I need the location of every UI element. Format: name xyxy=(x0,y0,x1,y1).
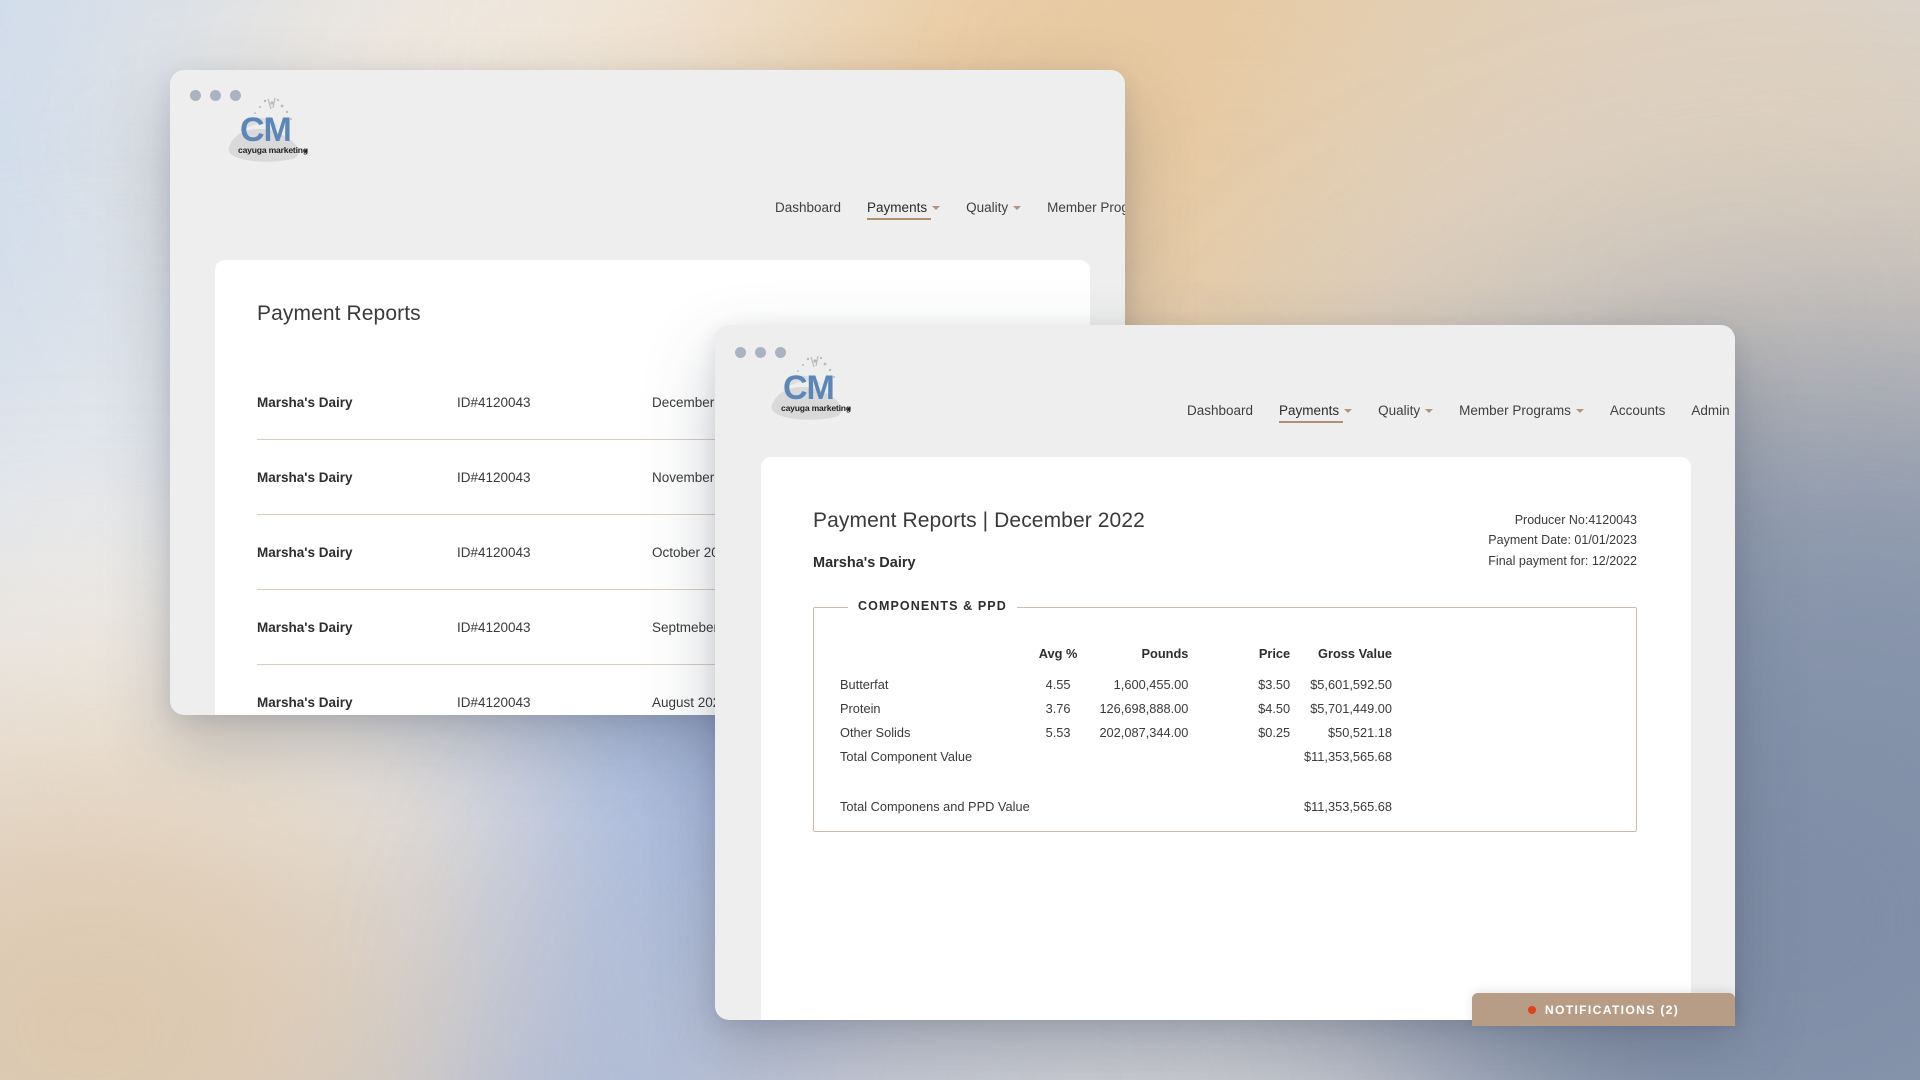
nav-item-accounts[interactable]: Accounts xyxy=(1610,403,1666,422)
cell-grand-total-label: Total Componens and PPD Value xyxy=(840,798,1030,814)
main-navigation[interactable]: Dashboard Payments Quality Member Progra… xyxy=(775,200,1125,220)
nav-item-quality[interactable]: Quality xyxy=(1378,403,1434,422)
final-payment-for: Final payment for: 12/2022 xyxy=(1488,553,1637,568)
cell-avg: 4.55 xyxy=(1045,676,1071,692)
col-header-component xyxy=(840,646,1017,672)
producer-name: Marsha's Dairy xyxy=(257,469,353,485)
cell-gross: $5,601,592.50 xyxy=(1310,676,1393,692)
producer-name: Marsha's Dairy xyxy=(257,544,353,560)
table-spacer-row xyxy=(840,768,1392,794)
nav-label: Dashboard xyxy=(1187,403,1254,418)
table-row: Butterfat 4.55 1,600,455.00 $3.50 $5,601… xyxy=(840,672,1392,696)
table-row-grand-total: Total Componens and PPD Value $11,353,56… xyxy=(840,794,1392,818)
producer-no: Producer No:4120043 xyxy=(1514,513,1637,527)
cell-gross: $11,353,565.68 xyxy=(1304,748,1393,764)
cell-component: Butterfat xyxy=(840,676,889,692)
producer-id: ID#4120043 xyxy=(457,469,531,485)
cell-avg: 3.76 xyxy=(1045,700,1071,716)
nav-label: Payments xyxy=(867,200,928,215)
cell-component: Total Component Value xyxy=(840,748,973,764)
chevron-down-icon xyxy=(1013,205,1022,210)
svg-text:CM: CM xyxy=(240,111,291,149)
close-icon[interactable] xyxy=(735,347,746,358)
svg-text:cayuga marketing: cayuga marketing xyxy=(781,403,851,413)
report-title: Payment Reports | December 2022 xyxy=(813,509,1145,532)
components-table: Avg % Pounds Price Gross Value Butterfat… xyxy=(840,646,1392,818)
cell-price: $3.50 xyxy=(1258,676,1291,692)
table-row-total-component: Total Component Value $11,353,565.68 xyxy=(840,744,1392,768)
nav-item-admin[interactable]: Admin xyxy=(1691,403,1729,422)
nav-label: Member Programs xyxy=(1459,403,1571,418)
nav-item-payments[interactable]: Payments xyxy=(867,200,941,220)
notifications-label: NOTIFICATIONS (2) xyxy=(1544,1002,1680,1017)
main-navigation[interactable]: Dashboard Payments Quality Member Progra… xyxy=(1187,403,1730,423)
report-heading-block: Payment Reports | December 2022 Marsha's… xyxy=(813,509,1145,571)
nav-item-dashboard[interactable]: Dashboard xyxy=(1187,403,1253,422)
col-header-avg-percent: Avg % xyxy=(1038,646,1078,661)
producer-name: Marsha's Dairy xyxy=(257,619,353,635)
nav-label: Member Programs xyxy=(1047,200,1125,215)
close-icon[interactable] xyxy=(190,90,201,101)
col-header-gross-value: Gross Value xyxy=(1318,646,1393,661)
nav-item-quality[interactable]: Quality xyxy=(966,200,1022,219)
cell-pounds: 1,600,455.00 xyxy=(1113,676,1189,692)
producer-name: Marsha's Dairy xyxy=(257,394,353,410)
cayuga-marketing-logo[interactable]: CM cayuga marketing xyxy=(761,353,856,425)
cell-component: Protein xyxy=(840,700,881,716)
cell-grand-total-value: $11,353,565.68 xyxy=(1304,798,1393,814)
producer-id: ID#4120043 xyxy=(457,394,531,410)
cayuga-marketing-logo[interactable]: CM cayuga marketing xyxy=(218,95,313,167)
cell-component: Other Solids xyxy=(840,724,911,740)
cell-price: $0.25 xyxy=(1258,724,1291,740)
chevron-down-icon xyxy=(1344,408,1353,413)
col-header-pounds: Pounds xyxy=(1141,646,1189,661)
chevron-down-icon xyxy=(1425,408,1434,413)
cell-gross: $5,701,449.00 xyxy=(1310,700,1393,716)
page-title: Payment Reports xyxy=(257,302,421,325)
payment-report-detail-window[interactable]: CM cayuga marketing Dashboard Payments Q… xyxy=(715,325,1735,1020)
payment-date: Payment Date: 01/01/2023 xyxy=(1488,533,1637,548)
nav-label: Quality xyxy=(1378,403,1421,418)
col-header-price: Price xyxy=(1258,646,1291,661)
chevron-down-icon xyxy=(1575,408,1584,413)
cell-avg xyxy=(1017,744,1100,768)
components-ppd-section: COMPONENTS & PPD Avg % Pounds Price Gros… xyxy=(813,599,1637,832)
nav-item-dashboard[interactable]: Dashboard xyxy=(775,200,841,219)
table-row: Protein 3.76 126,698,888.00 $4.50 $5,701… xyxy=(840,696,1392,720)
nav-label: Quality xyxy=(966,200,1009,215)
nav-label: Dashboard xyxy=(775,200,842,215)
nav-item-member-programs[interactable]: Member Programs xyxy=(1047,200,1125,219)
notifications-bar[interactable]: NOTIFICATIONS (2) xyxy=(1472,993,1735,1026)
payment-report-detail-card: Payment Reports | December 2022 Marsha's… xyxy=(761,457,1691,1020)
nav-label: Admin xyxy=(1691,403,1730,418)
cell-price: $4.50 xyxy=(1258,700,1291,716)
nav-label: Payments xyxy=(1279,403,1340,418)
svg-text:CM: CM xyxy=(783,369,834,407)
nav-item-payments[interactable]: Payments xyxy=(1279,403,1353,423)
cell-pounds: 202,087,344.00 xyxy=(1099,724,1189,740)
chevron-down-icon xyxy=(932,205,941,210)
report-meta-block: Producer No:4120043 Payment Date: 01/01/… xyxy=(1488,510,1637,571)
producer-name: Marsha's Dairy xyxy=(813,555,916,571)
table-row: Other Solids 5.53 202,087,344.00 $0.25 $… xyxy=(840,720,1392,744)
nav-item-member-programs[interactable]: Member Programs xyxy=(1459,403,1584,422)
cell-pounds: 126,698,888.00 xyxy=(1099,700,1189,716)
table-header-row: Avg % Pounds Price Gross Value xyxy=(840,646,1392,672)
notification-indicator-icon xyxy=(1527,1005,1536,1014)
section-legend: COMPONENTS & PPD xyxy=(848,599,1017,613)
producer-id: ID#4120043 xyxy=(457,544,531,560)
cell-price xyxy=(1226,744,1298,768)
nav-label: Accounts xyxy=(1609,403,1666,418)
producer-id: ID#4120043 xyxy=(457,619,531,635)
cell-pounds xyxy=(1099,744,1226,768)
producer-id: ID#4120043 xyxy=(457,694,531,710)
cell-gross: $50,521.18 xyxy=(1327,724,1393,740)
cell-avg: 5.53 xyxy=(1045,724,1071,740)
producer-name: Marsha's Dairy xyxy=(257,694,353,710)
svg-text:cayuga marketing: cayuga marketing xyxy=(238,145,308,155)
